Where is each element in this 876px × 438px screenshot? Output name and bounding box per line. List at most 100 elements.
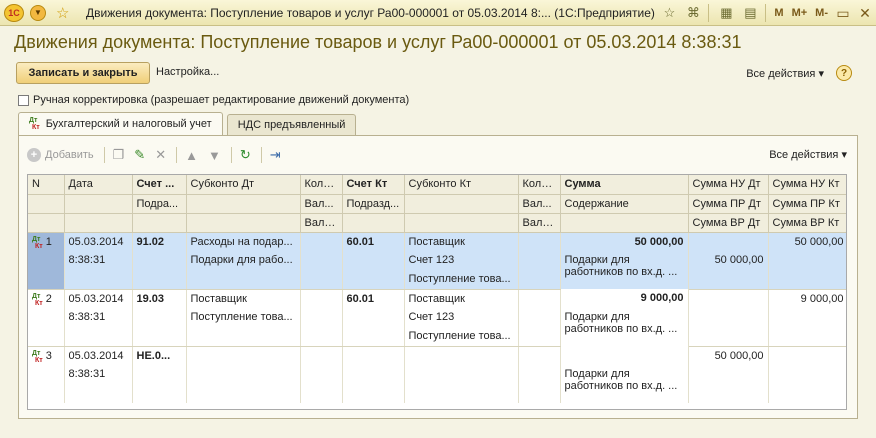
content-cell[interactable]: Подарки для работников по вх.д. ... [560,308,689,346]
col-header-cur-sum-dt[interactable]: Вал. ... [300,213,343,233]
col-header-account-dt[interactable]: Счет ... [132,175,187,195]
pr-dt-cell[interactable] [688,365,769,384]
col-header-n[interactable]: N [28,175,65,195]
move-up-button[interactable]: ▲ [185,148,198,163]
pr-dt-cell[interactable]: 50 000,00 [688,251,769,270]
qty-kt-cell[interactable] [518,289,561,308]
close-icon[interactable]: ✕ [854,5,876,22]
account-kt-cell[interactable]: 60.01 [342,232,405,251]
move-down-button[interactable]: ▼ [208,148,221,163]
account-dt-cell[interactable]: 91.02 [132,232,187,251]
calendar-icon[interactable]: ▤ [739,3,761,23]
account-dt-cell[interactable]: НЕ.0... [132,346,187,365]
sum-cell[interactable] [560,346,689,365]
col-header-account-kt[interactable]: Счет Кт [342,175,405,195]
table-row[interactable]: Дт Кт 3 05.03.2014 НЕ.0... 50 000,00 [28,346,846,365]
table-row-sub[interactable]: 8:38:31 Подарки для работников по вх.д. … [28,365,846,403]
col-header-date[interactable]: Дата [64,175,133,195]
date-cell[interactable]: 05.03.2014 [64,289,133,308]
col-header-nu-dt[interactable]: Сумма НУ Дт [688,175,769,195]
subconto-kt-cell[interactable]: Поставщик [404,289,519,308]
pr-dt-cell[interactable] [688,308,769,327]
nu-dt-cell[interactable] [688,289,769,308]
subconto-kt-cell[interactable]: Счет 123 [404,308,519,327]
cur-sum-dt-cell[interactable] [300,327,343,347]
nu-kt-cell[interactable]: 9 000,00 [768,289,846,308]
subconto-dt-cell[interactable]: Поступление това... [186,308,301,327]
nu-kt-cell[interactable]: 50 000,00 [768,232,846,251]
division-kt-cell[interactable] [342,251,405,270]
memory-m-button[interactable]: M [774,7,783,19]
table-row[interactable]: Дт Кт 1 05.03.2014 91.02 Расходы на подар.… [28,232,846,251]
pr-kt-cell[interactable] [768,251,846,270]
restore-icon[interactable]: ▭ [832,5,854,22]
subconto-kt-cell[interactable] [404,365,519,384]
sum-cell[interactable]: 50 000,00 [560,232,689,251]
table-row-sub[interactable]: Поступление това... [28,327,846,347]
subconto-dt-cell[interactable]: Расходы на подар... [186,232,301,251]
table-row-sub[interactable]: 8:38:31 Подарки для рабо... Счет 123 Под… [28,251,846,289]
subconto-kt-cell[interactable] [404,346,519,365]
subconto-kt-cell[interactable] [404,384,519,403]
cur-sum-kt-cell[interactable] [518,384,561,403]
currency-dt-cell[interactable] [300,308,343,327]
cur-sum-dt-cell[interactable] [300,270,343,290]
pr-kt-cell[interactable] [768,365,846,384]
copy-button[interactable]: ❐ [113,147,125,163]
refresh-button[interactable]: ↻ [240,147,251,163]
qty-dt-cell[interactable] [300,289,343,308]
qty-dt-cell[interactable] [300,232,343,251]
delete-button[interactable]: ✕ [155,147,166,163]
col-header-division-dt[interactable]: Подра... [132,194,187,214]
col-header-qty-kt[interactable]: Коли... [518,175,561,195]
currency-kt-cell[interactable] [518,251,561,270]
currency-dt-cell[interactable] [300,365,343,384]
memory-plus-button[interactable]: M+ [792,7,808,19]
col-header-pr-kt[interactable]: Сумма ПР Кт [768,194,846,214]
account-dt-cell[interactable]: 19.03 [132,289,187,308]
division-kt-cell[interactable] [342,308,405,327]
currency-kt-cell[interactable] [518,308,561,327]
vr-dt-cell[interactable] [688,327,769,347]
calculator-icon[interactable]: ▦ [715,3,737,23]
col-header-content[interactable]: Содержание [560,194,689,214]
edit-button[interactable]: ✎ [134,147,145,163]
division-dt-cell[interactable] [132,365,187,384]
col-header-vr-kt[interactable]: Сумма ВР Кт [768,213,846,233]
table-row-sub[interactable]: 8:38:31 Поступление това... Счет 123 Под… [28,308,846,346]
manual-adjust-checkbox[interactable] [18,94,29,106]
table-all-actions-menu[interactable]: Все действия ▾ [769,148,847,161]
nu-kt-cell[interactable] [768,346,846,365]
subconto-dt-cell[interactable] [186,346,301,365]
date-cell[interactable]: 05.03.2014 [64,346,133,365]
subconto-kt-cell[interactable]: Счет 123 [404,251,519,270]
qty-dt-cell[interactable] [300,346,343,365]
pr-kt-cell[interactable] [768,308,846,327]
currency-dt-cell[interactable] [300,251,343,270]
add-button[interactable]: + Добавить [27,148,94,162]
app-menu-icon[interactable]: ▼ [30,4,46,21]
col-header-qty-dt[interactable]: Коли... [300,175,343,195]
tab-vat[interactable]: НДС предъявленный [226,114,357,135]
col-header-pr-dt[interactable]: Сумма ПР Дт [688,194,769,214]
account-kt-cell[interactable] [342,346,405,365]
vr-dt-cell[interactable] [688,384,769,403]
link-icon[interactable]: ⌘ [682,3,704,23]
subconto-dt-cell[interactable] [186,365,301,384]
save-and-close-button[interactable]: Записать и закрыть [16,62,150,84]
nu-dt-cell[interactable]: 50 000,00 [688,346,769,365]
vr-kt-cell[interactable] [768,270,846,290]
row-number-cell[interactable]: Дт Кт 2 [28,289,65,308]
qty-kt-cell[interactable] [518,346,561,365]
currency-kt-cell[interactable] [518,365,561,384]
col-header-division-kt[interactable]: Подразд... [342,194,405,214]
subconto-kt-cell[interactable]: Поступление това... [404,270,519,290]
subconto-dt-cell[interactable]: Поставщик [186,289,301,308]
table-row-sub[interactable]: Поступление това... [28,270,846,290]
row-number-cell[interactable]: Дт Кт 1 [28,232,65,251]
division-dt-cell[interactable] [132,251,187,270]
col-header-cur-sum-kt[interactable]: Вал. ... [518,213,561,233]
col-header-sum[interactable]: Сумма [560,175,689,195]
table-row[interactable]: Дт Кт 2 05.03.2014 19.03 Поставщик 60.01 П… [28,289,846,308]
row-number-cell[interactable]: Дт Кт 3 [28,346,65,365]
